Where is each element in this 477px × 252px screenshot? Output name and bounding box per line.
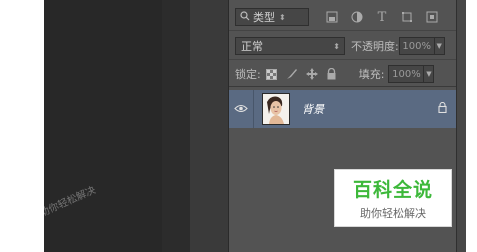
pixel-layer-filter-icon[interactable]: [325, 10, 339, 24]
opacity-value: 100%: [402, 40, 432, 52]
chevron-down-icon: ▼: [436, 42, 442, 50]
chevron-updown-icon: ⬍: [333, 41, 340, 51]
opacity-dropdown-button[interactable]: ▼: [434, 37, 445, 55]
layer-lock-icon: [438, 101, 447, 116]
lock-position-icon[interactable]: [305, 67, 319, 81]
watermark-subtitle: 助你轻松解决: [360, 207, 426, 220]
watermark-badge: 百科全说 助你轻松解决: [334, 169, 452, 227]
lock-transparent-pixels-icon[interactable]: [265, 67, 279, 81]
opacity-label: 不透明度:: [351, 40, 399, 53]
fill-dropdown-button[interactable]: ▼: [424, 65, 435, 83]
blend-mode-select[interactable]: 正常 ⬍: [235, 37, 345, 55]
fill-input[interactable]: 100%: [388, 65, 425, 83]
search-icon: [240, 10, 250, 24]
shape-layer-filter-icon[interactable]: [400, 10, 414, 24]
blend-mode-value: 正常: [241, 40, 263, 53]
smart-object-filter-icon[interactable]: [425, 10, 439, 24]
layer-row-background[interactable]: 背景: [229, 90, 457, 128]
opacity-input[interactable]: 100%: [398, 37, 435, 55]
fill-label: 填充:: [358, 68, 385, 81]
lock-image-pixels-icon[interactable]: [285, 67, 299, 81]
layer-visibility-toggle[interactable]: [229, 90, 254, 128]
layer-filter-row: 类型 ⬍ T: [229, 4, 457, 31]
chevron-down-icon: ⬍: [279, 12, 286, 22]
adjustment-layer-filter-icon[interactable]: [350, 10, 364, 24]
eye-icon: [234, 103, 248, 116]
chevron-down-icon: ▼: [426, 70, 432, 78]
lock-label: 锁定:: [235, 68, 261, 81]
fill-value: 100%: [392, 68, 421, 80]
layer-kind-filter[interactable]: 类型 ⬍: [235, 8, 309, 26]
layer-name[interactable]: 背景: [302, 101, 438, 117]
panel-divider: [190, 0, 228, 252]
lock-all-icon[interactable]: [325, 67, 339, 81]
blend-row: 正常 ⬍ 不透明度: 100% ▼: [229, 33, 457, 60]
watermark-title: 百科全说: [352, 179, 433, 201]
type-layer-filter-icon[interactable]: T: [375, 10, 389, 25]
canvas-edge: [162, 0, 190, 252]
layer-thumbnail[interactable]: [262, 93, 290, 125]
canvas-area[interactable]: [44, 0, 162, 252]
lock-row: 锁定: 填充: 100% ▼: [229, 62, 457, 87]
layer-kind-label: 类型: [253, 11, 275, 24]
window-margin: [466, 0, 477, 252]
